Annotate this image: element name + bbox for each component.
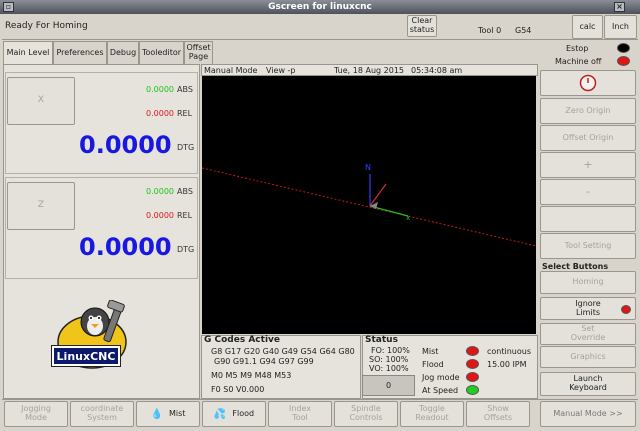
tab-preferences[interactable]: Preferences: [53, 41, 107, 64]
z-dtg-value: 0.0000: [79, 233, 172, 261]
estop-lamp: [617, 43, 630, 53]
tab-tooleditor[interactable]: Tooleditor: [139, 41, 184, 64]
ignore-limits-lamp: [621, 305, 631, 314]
graphics-button[interactable]: Graphics: [540, 346, 636, 368]
at-speed-label: At Speed: [422, 386, 459, 395]
spindle-override: SO: 100%: [369, 355, 409, 364]
gcodes-line1: G8 G17 G20 G40 G49 G54 G64 G80: [211, 347, 355, 356]
at-speed-lamp: [466, 385, 479, 395]
mist-button[interactable]: 💧 Mist: [136, 401, 200, 427]
jog-type: continuous: [487, 347, 531, 356]
linuxcnc-logo: LinuxCNC: [50, 299, 150, 376]
graphics-time: 05:34:08 am: [411, 66, 463, 75]
velocity-override: VO: 100%: [369, 364, 409, 373]
select-buttons-title: Select Buttons: [542, 262, 609, 271]
flood-button[interactable]: 💦 Flood: [202, 401, 266, 427]
jog-mode-lamp: [466, 372, 479, 382]
tab-main-level[interactable]: Main Level: [3, 41, 53, 64]
mcodes-line: M0 M5 M9 M48 M53: [211, 371, 292, 380]
index-tool-button[interactable]: Index Tool: [268, 401, 332, 427]
status-message: Ready For Homing: [5, 21, 88, 31]
homing-button[interactable]: Homing: [540, 271, 636, 294]
z-rel-label: REL: [177, 211, 193, 220]
machine-off-label: Machine off: [555, 57, 602, 66]
x-axis-button[interactable]: X: [7, 77, 75, 125]
z-axis-label: N: [365, 163, 371, 172]
manual-mode-button[interactable]: Manual Mode >>: [540, 401, 636, 427]
machine-boundary-line: [201, 167, 537, 247]
window-title: Gscreen for linuxcnc: [268, 2, 372, 12]
title-bar: ▫ Gscreen for linuxcnc ×: [0, 0, 640, 14]
tool-number: Tool 0: [478, 26, 502, 35]
x-dtg-label: DTG: [177, 143, 195, 152]
launch-keyboard-button[interactable]: Launch Keyboard: [540, 372, 636, 396]
toggle-readout-button[interactable]: Toggle Readout: [400, 401, 464, 427]
mist-label: Mist: [422, 347, 439, 356]
machine-off-lamp: [617, 56, 630, 66]
z-abs-label: ABS: [177, 187, 193, 196]
zero-origin-button[interactable]: Zero Origin: [540, 98, 636, 124]
flood-icon: 💦: [213, 408, 227, 420]
plus-button[interactable]: +: [540, 152, 636, 178]
logo-text: LinuxCNC: [51, 345, 121, 367]
x-abs-label: ABS: [177, 85, 193, 94]
x-abs-value: 0.0000: [146, 85, 174, 94]
graphics-view: View -p: [266, 66, 296, 75]
z-dtg-label: DTG: [177, 245, 195, 254]
y-axis-label: x: [406, 214, 410, 222]
mist-button-label: Mist: [169, 408, 186, 418]
tab-debug[interactable]: Debug: [107, 41, 139, 64]
calc-button[interactable]: calc: [572, 15, 603, 39]
x-dtg-value: 0.0000: [79, 131, 172, 159]
coordinate-system-button[interactable]: coordinate System: [70, 401, 134, 427]
x-rel-value: 0.0000: [146, 109, 174, 118]
flood-button-label: Flood: [232, 408, 255, 418]
work-offset: G54: [515, 26, 532, 35]
spindle-speed-display: 0: [362, 375, 415, 396]
status-title: Status: [365, 335, 398, 345]
feed-override: FO: 100%: [371, 346, 410, 355]
mist-lamp: [466, 346, 479, 356]
gcodes-title: G Codes Active: [204, 335, 281, 345]
units-button[interactable]: Inch: [604, 15, 637, 39]
power-icon: [579, 74, 597, 92]
status-bar: [2, 14, 638, 40]
blank-button[interactable]: [540, 206, 636, 232]
gcodes-line2: G90 G91.1 G94 G97 G99: [214, 357, 314, 366]
graphics-mode: Manual Mode: [204, 66, 258, 75]
z-rel-value: 0.0000: [146, 211, 174, 220]
tab-offset-page[interactable]: Offset Page: [184, 41, 213, 64]
set-override-button[interactable]: Set Override: [540, 323, 636, 345]
graphics-canvas[interactable]: N x: [201, 76, 537, 334]
clear-status-button[interactable]: Clear status: [407, 15, 437, 37]
graphics-date: Tue, 18 Aug 2015: [334, 66, 404, 75]
estop-label: Estop: [566, 44, 589, 53]
mist-icon: 💧: [150, 408, 163, 420]
tool-setting-button[interactable]: Tool Setting: [540, 233, 636, 259]
z-abs-value: 0.0000: [146, 187, 174, 196]
flood-lamp: [466, 359, 479, 369]
x-rel-label: REL: [177, 109, 193, 118]
show-offsets-button[interactable]: Show Offsets: [466, 401, 530, 427]
jog-mode-label: Jog mode: [422, 373, 460, 382]
jog-rate: 15.00 IPM: [487, 360, 527, 369]
z-axis-button[interactable]: Z: [7, 182, 75, 230]
x-axis-line: [369, 183, 387, 207]
spindle-controls-button[interactable]: Spindle Controls: [334, 401, 398, 427]
close-icon[interactable]: ×: [614, 2, 625, 12]
offset-origin-button[interactable]: Offset Origin: [540, 125, 636, 151]
estop-button[interactable]: [540, 70, 636, 96]
flood-label: Flood: [422, 360, 444, 369]
feed-speed-line: F0 S0 V0.000: [211, 385, 265, 394]
jogging-mode-button[interactable]: Jogging Mode: [4, 401, 68, 427]
minus-button[interactable]: -: [540, 179, 636, 205]
